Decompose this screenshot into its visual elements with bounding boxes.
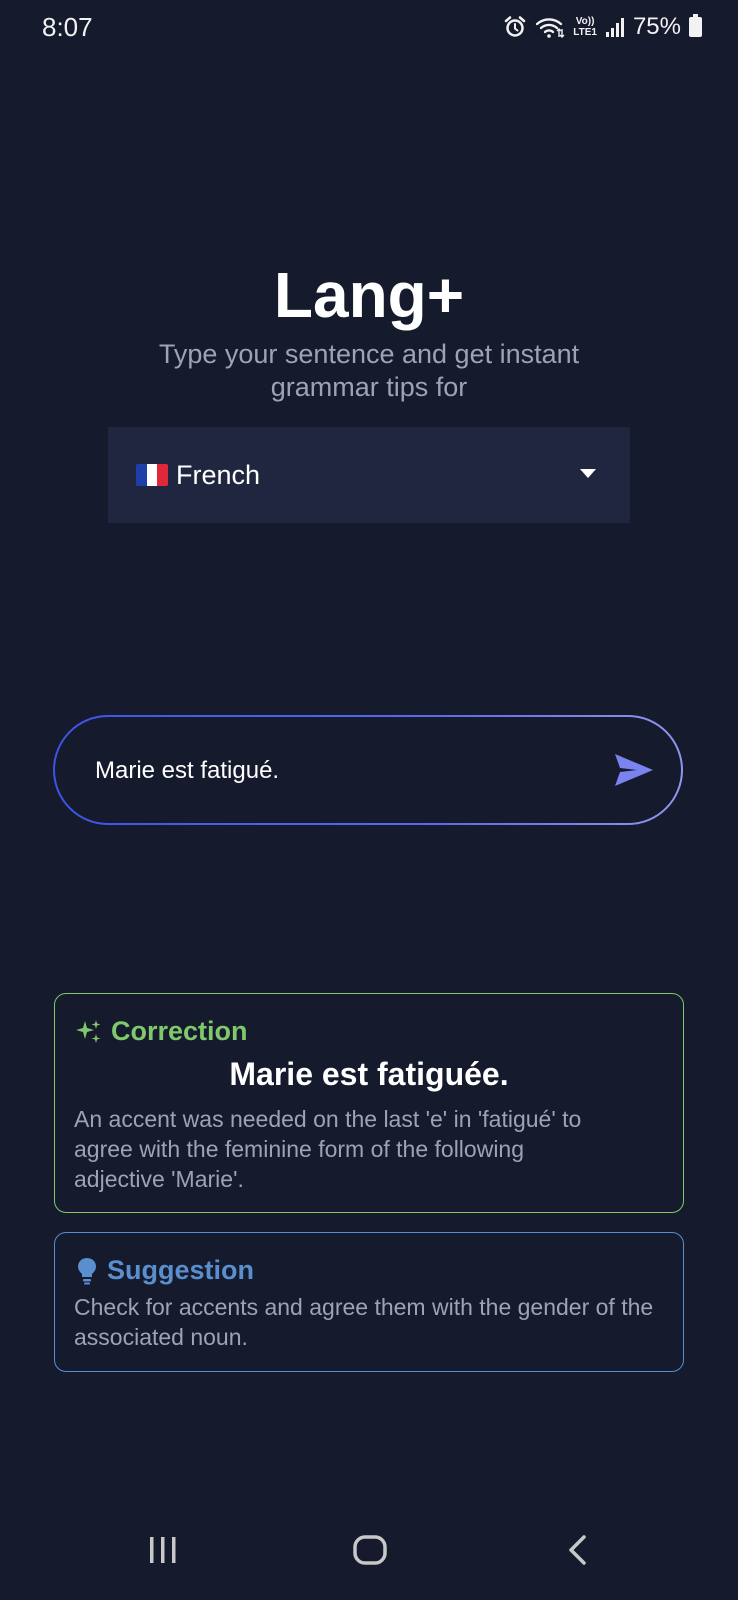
sparkles-icon	[75, 1018, 103, 1046]
wifi-icon	[535, 15, 565, 39]
suggestion-card: Suggestion Check for accents and agree t…	[54, 1232, 684, 1372]
recent-apps-icon[interactable]	[147, 1534, 179, 1566]
suggestion-text: Check for accents and agree them with th…	[74, 1294, 654, 1350]
battery-percent: 75%	[632, 13, 681, 40]
sentence-input[interactable]	[93, 717, 577, 825]
correction-title: Correction	[111, 1016, 248, 1046]
suggestion-title: Suggestion	[107, 1255, 254, 1285]
system-nav-bar	[0, 1520, 738, 1600]
battery-icon	[689, 14, 702, 37]
selected-language: French	[176, 459, 261, 490]
sentence-input-container	[53, 715, 683, 825]
suggestion-header: Suggestion	[75, 1255, 254, 1286]
signal-icon	[605, 16, 625, 38]
lightbulb-icon	[75, 1256, 99, 1286]
correction-explanation: An accent was needed on the last 'e' in …	[74, 1106, 582, 1192]
correction-card: Correction Marie est fatiguée. An accent…	[54, 993, 684, 1213]
france-flag-icon	[136, 464, 168, 486]
send-button[interactable]	[613, 752, 655, 788]
home-icon[interactable]	[352, 1534, 388, 1566]
alarm-icon	[503, 15, 527, 39]
dropdown-arrow-icon	[580, 469, 596, 478]
language-dropdown[interactable]: French	[108, 427, 630, 523]
app-subtitle: Type your sentence and get instant gramm…	[158, 339, 580, 402]
back-icon[interactable]	[566, 1534, 590, 1566]
sentence-input-inner	[55, 717, 681, 825]
corrected-sentence: Marie est fatiguée.	[229, 1056, 509, 1092]
volte-icon: Vo)) LTE1	[573, 16, 597, 38]
correction-header: Correction	[75, 1016, 248, 1047]
app-title: Lang+	[273, 259, 465, 331]
send-icon	[615, 754, 653, 786]
status-bar: 8:07 Vo)) LTE1 75%	[0, 0, 738, 56]
status-time: 8:07	[42, 12, 93, 42]
status-icons: Vo)) LTE1 75%	[503, 12, 702, 42]
